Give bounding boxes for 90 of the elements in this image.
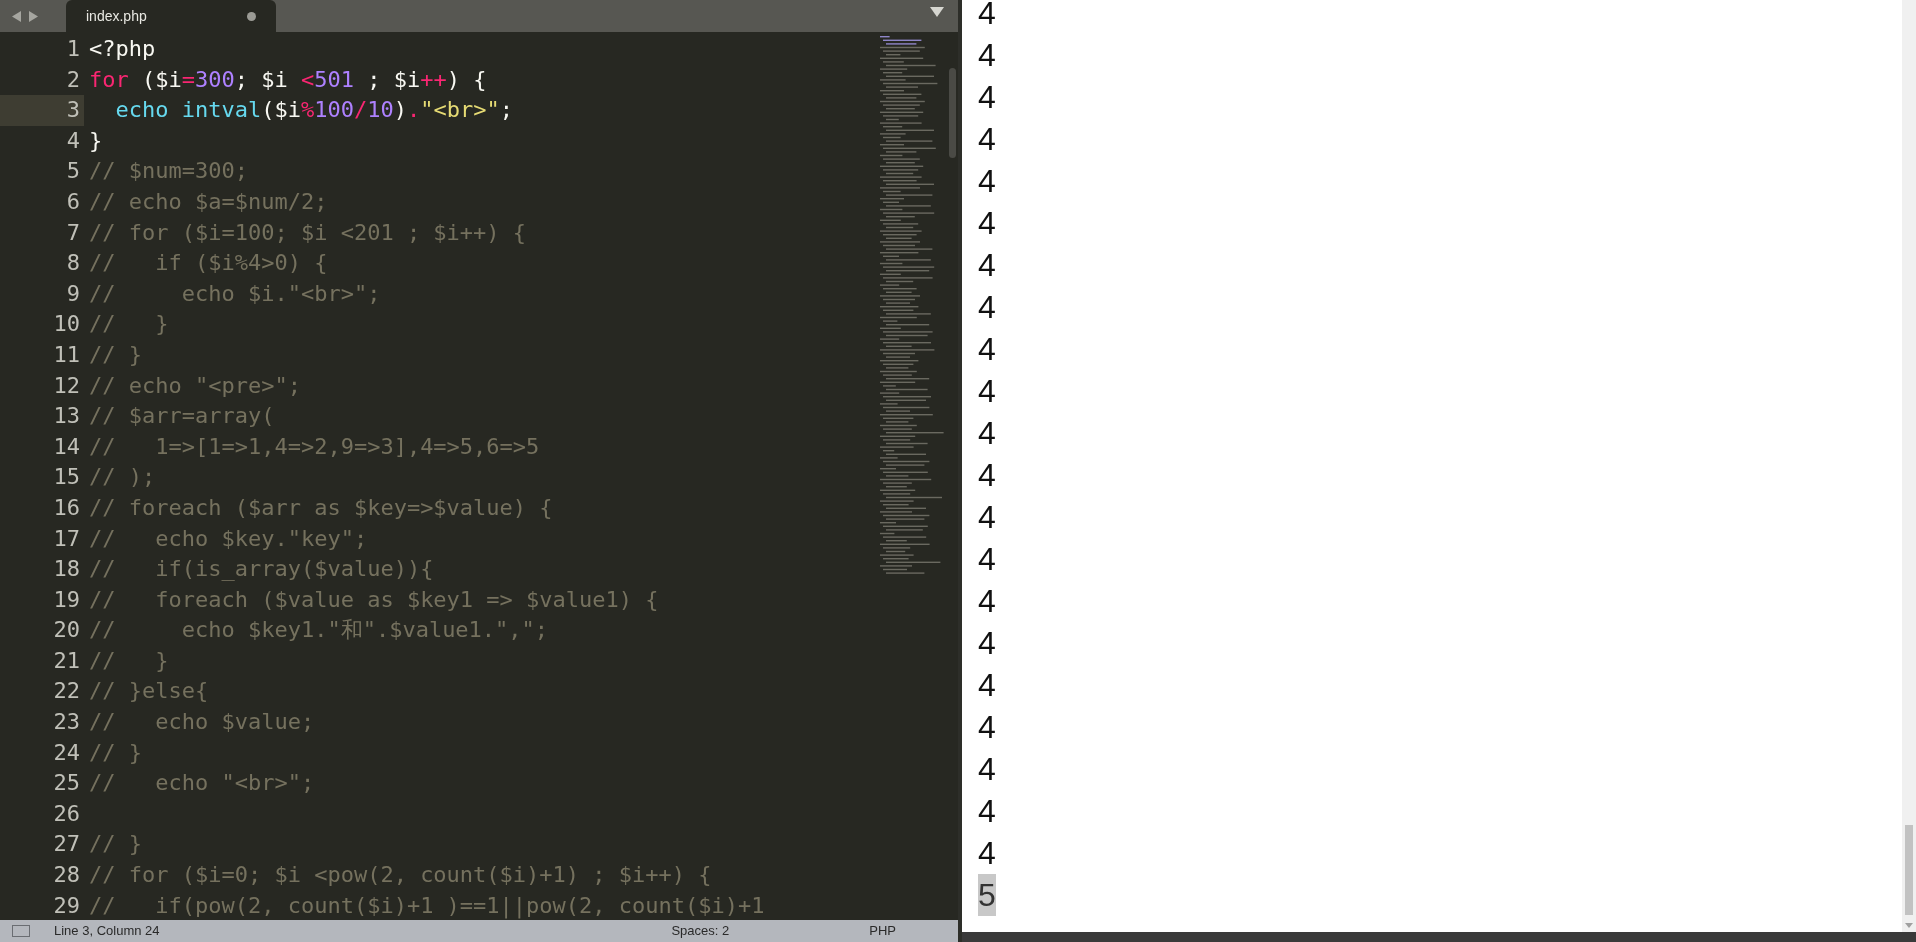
line-number: 8 [65, 249, 81, 278]
line-number: 15 [52, 463, 81, 492]
code-line: // } [89, 310, 169, 339]
output-number: 4 [978, 540, 996, 579]
line-number: 14 [52, 432, 81, 461]
line-number: 10 [52, 310, 81, 339]
dropdown-triangle-icon[interactable] [930, 7, 944, 17]
line-number: 20 [52, 616, 81, 645]
output-number: 4 [978, 708, 996, 747]
line-number: 23 [52, 708, 81, 737]
scroll-down-icon[interactable] [1905, 923, 1913, 928]
code-line: // echo $i."<br>"; [89, 279, 381, 308]
cursor-position: Line 3, Column 24 [54, 922, 160, 941]
code-line: // } [89, 646, 169, 675]
line-number: 16 [52, 493, 81, 522]
code-line: // ); [89, 463, 156, 492]
line-number: 3 [0, 95, 84, 126]
code-line: <?php [89, 35, 156, 63]
indentation-setting[interactable]: Spaces: 2 [671, 921, 730, 941]
line-number: 12 [52, 371, 81, 400]
line-number: 22 [52, 677, 81, 706]
output-number: 4 [978, 750, 996, 789]
line-number: 4 [65, 126, 81, 155]
code-line: // foreach ($value as $key1 => $value1) { [89, 585, 659, 614]
line-number: 9 [65, 279, 81, 308]
line-number: 17 [52, 524, 81, 553]
output-number: 4 [978, 162, 996, 201]
scrollbar-thumb[interactable] [948, 68, 956, 158]
code-line: // if(pow(2, count($i)+1 )==1||pow(2, count($i)+1 [89, 891, 765, 920]
output-number: 4 [978, 456, 996, 495]
code-line: } [89, 126, 103, 155]
code-line: // }else{ [89, 677, 209, 706]
output-number: 4 [978, 666, 996, 705]
output-number: 4 [978, 582, 996, 621]
code-line: // for ($i=0; $i <pow(2, count($i)+1) ; $i++) { [89, 861, 712, 890]
line-number: 6 [65, 187, 81, 216]
code-line: for ($i=300; $i <501 ; $i++) { [89, 65, 487, 94]
code-line: // } [89, 738, 142, 767]
line-number: 11 [52, 340, 81, 369]
file-tab[interactable]: index.php [66, 0, 276, 32]
output-number: 4 [978, 834, 996, 873]
line-number: 28 [52, 861, 81, 890]
output-number: 4 [978, 792, 996, 831]
output-number: 4 [978, 330, 996, 369]
code-line: // if ($i%4>0) { [89, 249, 328, 278]
line-number: 27 [52, 830, 81, 859]
left-arrow-icon[interactable] [12, 10, 21, 22]
code-line: // echo $a=$num/2; [89, 187, 328, 216]
output-number: 4 [978, 0, 996, 33]
code-line: // } [89, 340, 142, 369]
panel-toggle-icon[interactable] [12, 925, 30, 937]
output-number: 5 [978, 874, 996, 916]
right-arrow-icon[interactable] [29, 10, 38, 22]
code-line: // echo $key."key"; [89, 524, 368, 553]
code-line: // if(is_array($value)){ [89, 555, 434, 584]
output-number: 4 [978, 78, 996, 117]
line-number: 5 [65, 157, 81, 186]
output-number: 4 [978, 204, 996, 243]
output-number: 4 [978, 498, 996, 537]
line-number: 21 [52, 646, 81, 675]
line-number: 1 [65, 35, 81, 63]
output-number: 4 [978, 414, 996, 453]
line-number: 26 [52, 799, 81, 828]
line-number: 7 [65, 218, 81, 247]
code-line: // $arr=array( [89, 402, 275, 431]
line-number: 29 [52, 891, 81, 920]
code-line: // echo "<pre>"; [89, 371, 301, 400]
line-number: 25 [52, 769, 81, 798]
output-number: 4 [978, 246, 996, 285]
output-number: 4 [978, 120, 996, 159]
syntax-setting[interactable]: PHP [869, 921, 896, 941]
code-line: // foreach ($arr as $key=>$value) { [89, 493, 553, 522]
output-number: 4 [978, 372, 996, 411]
output-number: 4 [978, 624, 996, 663]
code-line: // echo $key1."和".$value1.","; [89, 616, 549, 645]
line-number: 18 [52, 555, 81, 584]
code-line: // for ($i=100; $i <201 ; $i++) { [89, 218, 527, 247]
code-line: // echo "<br>"; [89, 769, 315, 798]
code-line: echo intval($i%100/10)."<br>"; [114, 96, 513, 125]
line-number: 13 [52, 402, 81, 431]
line-number: 2 [65, 65, 81, 94]
scrollbar-thumb[interactable] [1905, 825, 1913, 915]
code-line: // $num=300; [89, 157, 248, 186]
code-line: // } [89, 830, 142, 859]
line-number: 19 [52, 585, 81, 614]
line-number: 24 [52, 738, 81, 767]
code-line: // 1=>[1=>1,4=>2,9=>3],4=>5,6=>5 [89, 432, 540, 461]
output-number: 4 [978, 288, 996, 327]
output-number: 4 [978, 36, 996, 75]
code-line: // echo $value; [89, 708, 315, 737]
